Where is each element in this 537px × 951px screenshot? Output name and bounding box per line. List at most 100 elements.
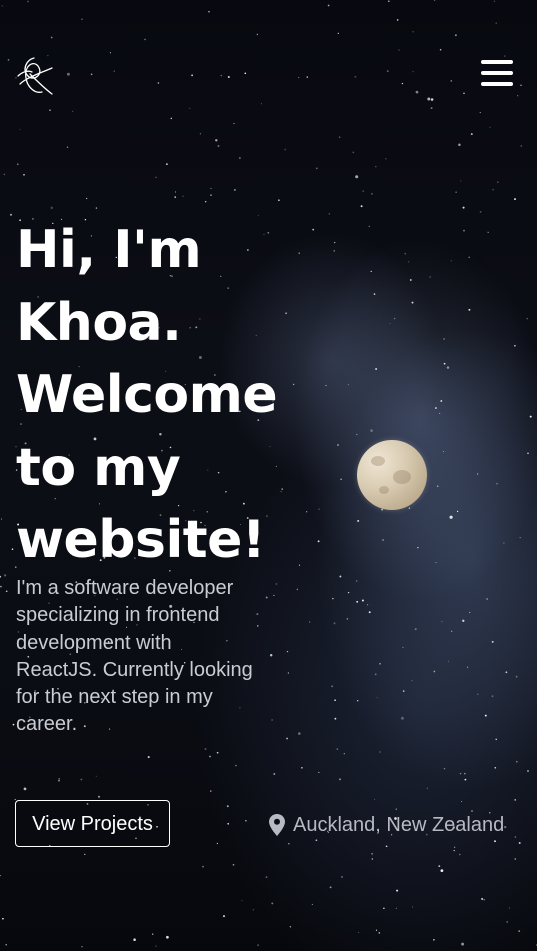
star — [529, 415, 532, 418]
star — [462, 619, 465, 622]
star — [412, 906, 414, 908]
star — [517, 95, 519, 97]
star — [174, 196, 177, 198]
star — [494, 840, 496, 843]
star — [462, 206, 465, 209]
star — [355, 175, 359, 179]
star — [455, 191, 457, 194]
star — [346, 618, 349, 620]
star — [147, 756, 150, 759]
star — [336, 748, 339, 750]
star — [1, 5, 3, 7]
star — [209, 755, 211, 758]
intro-line: development with — [16, 631, 172, 654]
star — [398, 49, 400, 51]
star — [486, 598, 488, 600]
star — [208, 10, 210, 13]
star — [315, 167, 318, 170]
star — [306, 76, 309, 78]
star — [157, 82, 160, 84]
star — [95, 207, 98, 209]
star — [358, 932, 360, 933]
star — [16, 163, 19, 166]
star — [368, 225, 370, 228]
star — [442, 451, 445, 453]
hero-intro-text: I'm a software developer specializing in… — [16, 575, 286, 739]
star — [360, 205, 363, 208]
star — [451, 630, 453, 632]
star — [202, 865, 204, 868]
star — [460, 180, 462, 182]
star — [5, 590, 8, 593]
star — [411, 301, 414, 304]
star — [514, 858, 517, 860]
star — [204, 748, 207, 750]
location: Auckland, New Zealand — [269, 810, 504, 840]
star — [378, 932, 381, 934]
star — [347, 591, 350, 594]
star — [227, 822, 230, 825]
star — [19, 128, 21, 130]
star — [366, 604, 369, 606]
star — [461, 942, 465, 946]
star — [370, 270, 372, 273]
star — [459, 853, 461, 856]
star — [204, 200, 207, 203]
star — [233, 123, 235, 125]
star — [454, 34, 457, 37]
star — [393, 317, 396, 320]
star — [333, 250, 335, 252]
star — [0, 575, 2, 578]
star — [216, 842, 219, 845]
star — [220, 74, 222, 77]
star — [440, 400, 443, 402]
star — [493, 0, 496, 3]
star — [402, 690, 405, 692]
moon-image — [357, 440, 427, 510]
star — [2, 917, 4, 920]
star — [446, 366, 450, 369]
star — [396, 889, 399, 892]
star — [468, 308, 471, 311]
star — [449, 515, 453, 519]
star — [227, 76, 230, 78]
star — [318, 508, 320, 510]
star — [519, 536, 521, 539]
star — [337, 32, 339, 34]
star — [450, 80, 453, 82]
star — [508, 907, 510, 909]
star — [355, 580, 358, 582]
star — [383, 907, 385, 910]
intro-line: for the next step in my — [16, 686, 213, 709]
star — [245, 819, 247, 822]
star — [217, 145, 220, 147]
star — [12, 723, 15, 726]
star — [469, 611, 471, 614]
star — [476, 473, 479, 475]
star — [182, 195, 184, 197]
star — [496, 483, 498, 485]
star — [429, 276, 431, 278]
signature-logo-icon[interactable] — [14, 54, 56, 98]
view-projects-button[interactable]: View Projects — [15, 800, 170, 847]
star — [210, 194, 212, 196]
hamburger-menu-icon[interactable] — [478, 58, 516, 90]
star — [514, 344, 516, 347]
star — [215, 139, 218, 142]
star — [404, 253, 406, 255]
star — [98, 795, 100, 798]
star — [368, 611, 371, 614]
star — [494, 767, 497, 769]
star — [170, 117, 173, 120]
star — [481, 897, 484, 900]
star — [356, 600, 359, 603]
star — [492, 189, 494, 191]
star — [328, 213, 330, 215]
star — [356, 433, 358, 436]
star — [223, 915, 225, 918]
star — [362, 190, 364, 192]
star — [489, 126, 491, 128]
star — [332, 597, 334, 600]
star — [439, 412, 441, 414]
headline-line: Welcome — [16, 365, 278, 425]
